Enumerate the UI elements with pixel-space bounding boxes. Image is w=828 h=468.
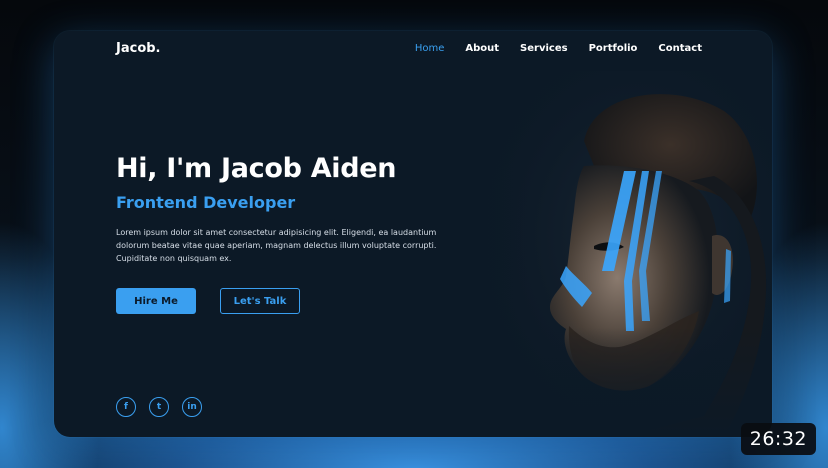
website-preview-card: Jacob. Home About Services Portfolio Con… [54, 31, 772, 437]
hire-me-button[interactable]: Hire Me [116, 288, 196, 314]
facebook-icon[interactable]: f [116, 397, 136, 417]
video-duration-badge: 26:32 [740, 423, 816, 455]
linkedin-icon[interactable]: in [182, 397, 202, 417]
video-thumbnail[interactable]: Jacob. Home About Services Portfolio Con… [0, 0, 828, 468]
lets-talk-button[interactable]: Let's Talk [220, 288, 300, 314]
nav-item-portfolio[interactable]: Portfolio [589, 43, 638, 54]
nav-item-services[interactable]: Services [520, 43, 568, 54]
hero-description: Lorem ipsum dolor sit amet consectetur a… [116, 228, 437, 263]
hero-title: Hi, I'm Jacob Aiden [116, 153, 397, 184]
site-logo[interactable]: Jacob. [116, 41, 161, 56]
main-nav: Home About Services Portfolio Contact [415, 43, 702, 54]
nav-item-contact[interactable]: Contact [658, 43, 702, 54]
hero-subtitle: Frontend Developer [116, 193, 296, 212]
nav-item-home[interactable]: Home [415, 43, 445, 54]
portrait-image [474, 71, 772, 437]
social-links: f t in [116, 397, 202, 417]
nav-item-about[interactable]: About [465, 43, 499, 54]
twitter-icon[interactable]: t [149, 397, 169, 417]
